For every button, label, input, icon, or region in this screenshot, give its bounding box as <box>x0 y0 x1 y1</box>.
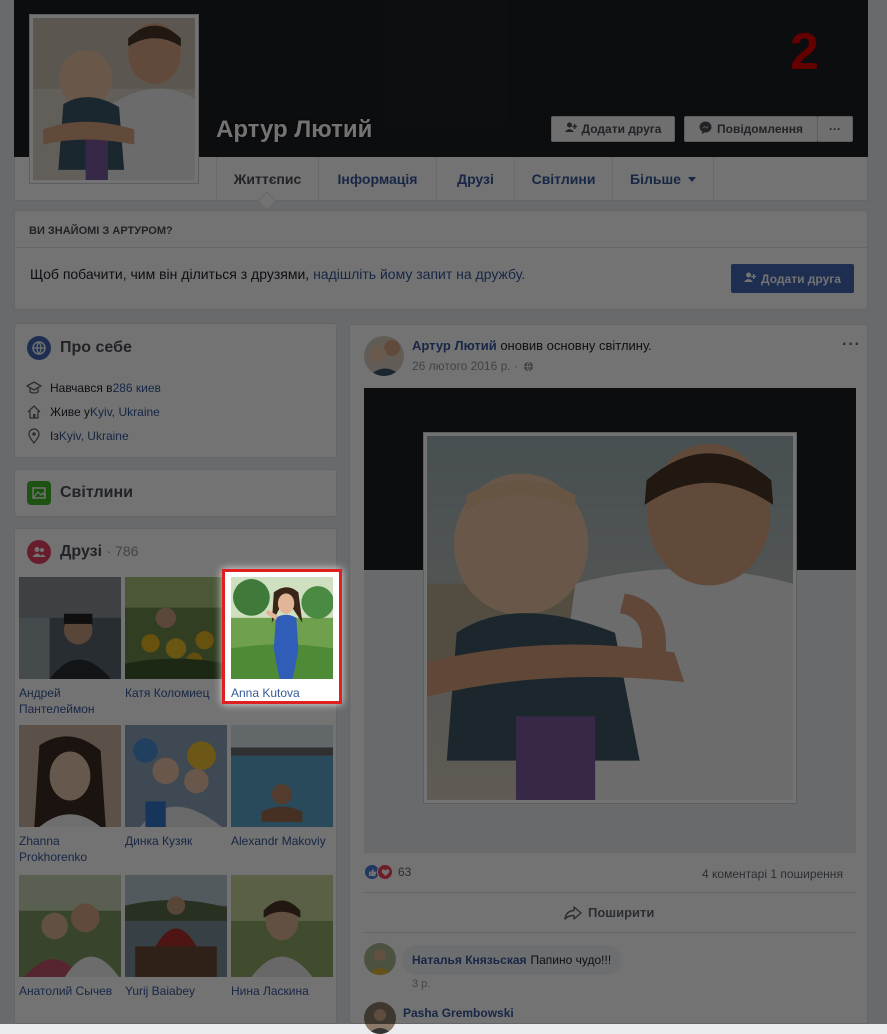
globe-icon <box>523 361 534 372</box>
about-from-prefix: Із <box>50 429 59 443</box>
post-author-avatar[interactable] <box>364 336 404 376</box>
tab-more[interactable]: Більше <box>612 157 714 201</box>
caret-down-icon <box>687 176 696 182</box>
add-friend-icon <box>744 272 757 286</box>
friend-photo[interactable] <box>19 875 121 977</box>
divider <box>15 247 867 248</box>
hometown-link[interactable]: Kyiv, Ukraine <box>59 429 129 443</box>
messenger-icon <box>699 121 712 137</box>
post-photo[interactable] <box>423 432 797 804</box>
friend-name-highlighted[interactable]: Anna Kutova <box>231 685 335 701</box>
more-options-label: ··· <box>829 122 841 136</box>
message-label: Повідомлення <box>717 122 803 136</box>
know-text-prefix: Щоб побачити, чим він ділиться з друзями… <box>30 266 314 282</box>
graduation-cap-icon <box>26 381 42 394</box>
friend-photo[interactable] <box>125 577 227 679</box>
love-reaction-icon <box>377 864 393 880</box>
send-request-link[interactable]: надішліть йому запит на дружбу. <box>313 266 525 282</box>
school-link[interactable]: 286 киев <box>113 381 161 395</box>
globe-icon <box>27 336 51 360</box>
current-city-link[interactable]: Kyiv, Ukraine <box>90 405 160 419</box>
friends-title: Друзі · 786 <box>60 543 138 561</box>
add-friend-primary-label: Додати друга <box>761 271 841 286</box>
friend-photo[interactable] <box>125 725 227 827</box>
friend-name[interactable]: Нина Ласкина <box>231 983 335 999</box>
profile-name: Артур Лютий <box>216 116 373 143</box>
friend-name[interactable]: Андрей Пантелеймон <box>19 685 123 717</box>
friend-name[interactable]: Yurij Baiabey <box>125 983 229 999</box>
photos-icon <box>27 481 51 505</box>
friend-photo[interactable] <box>19 577 121 679</box>
friends-icon <box>27 540 51 564</box>
location-pin-icon <box>28 428 40 444</box>
about-education-prefix: Навчався в <box>50 381 113 395</box>
tab-friends-label: Друзі <box>457 171 494 187</box>
message-button[interactable]: Повідомлення <box>684 116 818 142</box>
add-friend-icon <box>564 122 577 136</box>
divider <box>364 892 856 893</box>
friends-title-label: Друзі <box>60 543 103 560</box>
friend-name[interactable]: Динка Кузяк <box>125 833 229 849</box>
friend-name[interactable]: Анатолий Сычев <box>19 983 123 999</box>
add-friend-button[interactable]: Додати друга <box>551 116 675 142</box>
tab-photos-label: Світлини <box>531 171 596 187</box>
post-options-button[interactable]: ··· <box>842 336 861 354</box>
tab-more-label: Більше <box>630 171 681 187</box>
about-lives-in: Живе у Kyiv, Ukraine <box>26 403 160 421</box>
more-options-button[interactable]: ··· <box>817 116 853 142</box>
divider <box>364 932 856 933</box>
profile-picture[interactable] <box>29 14 199 184</box>
reactions-count: 63 <box>398 865 412 879</box>
friend-name[interactable]: Alexandr Makoviy <box>231 833 335 849</box>
photos-title: Світлини <box>60 484 133 501</box>
post-header: Артур Лютий оновив основну світлину. <box>412 338 652 353</box>
comment: Наталья Князьская Папино чудо!!! <box>402 945 622 975</box>
comment-time[interactable]: 3 р. <box>412 978 430 990</box>
home-icon <box>27 405 41 419</box>
friend-name[interactable]: Zhanna Prokhorenko <box>19 833 123 865</box>
tab-friends[interactable]: Друзі <box>436 157 514 201</box>
tab-info-label: Інформація <box>337 171 418 187</box>
comment-text: Папино чудо!!! <box>530 953 612 967</box>
know-heading: ВИ ЗНАЙОМІ З АРТУРОМ? <box>29 225 173 237</box>
about-from: Із Kyiv, Ukraine <box>26 427 129 445</box>
reactions-summary[interactable]: 63 <box>364 864 411 880</box>
friend-photo[interactable] <box>19 725 121 827</box>
post-action-text: оновив основну світлину. <box>496 338 652 353</box>
tab-timeline-label: Життєпис <box>233 171 302 187</box>
add-friend-label: Додати друга <box>581 122 662 136</box>
share-icon <box>564 905 582 920</box>
share-label: Поширити <box>588 905 655 920</box>
post-date[interactable]: 26 лютого 2016 р. · <box>412 359 518 373</box>
about-education: Навчався в 286 киев <box>26 379 161 397</box>
friend-name[interactable]: Катя Коломиец <box>125 685 229 701</box>
comment-author-link[interactable]: Наталья Князьская <box>412 953 527 967</box>
post-meta: 26 лютого 2016 р. · <box>412 359 534 373</box>
comments-shares-count[interactable]: 4 коментарі 1 поширення <box>702 867 843 881</box>
about-title: Про себе <box>60 339 132 356</box>
step-marker: 2 <box>790 23 819 81</box>
friend-photo[interactable] <box>231 725 333 827</box>
friend-photo[interactable] <box>231 875 333 977</box>
friend-photo-highlighted[interactable] <box>231 577 333 679</box>
commenter-avatar[interactable] <box>364 943 396 975</box>
friends-count: · 786 <box>106 543 139 559</box>
commenter-avatar[interactable] <box>364 1002 396 1034</box>
share-button[interactable]: Поширити <box>564 905 654 920</box>
friend-photo[interactable] <box>125 875 227 977</box>
add-friend-primary-button[interactable]: Додати друга <box>731 264 854 293</box>
post-author-link[interactable]: Артур Лютий <box>412 338 497 353</box>
tab-photos[interactable]: Світлини <box>514 157 612 201</box>
comment-author-link[interactable]: Pasha Grembowski <box>403 1006 514 1020</box>
about-lives-prefix: Живе у <box>50 405 91 419</box>
know-text: Щоб побачити, чим він ділиться з друзями… <box>30 266 525 282</box>
tab-info[interactable]: Інформація <box>318 157 436 201</box>
